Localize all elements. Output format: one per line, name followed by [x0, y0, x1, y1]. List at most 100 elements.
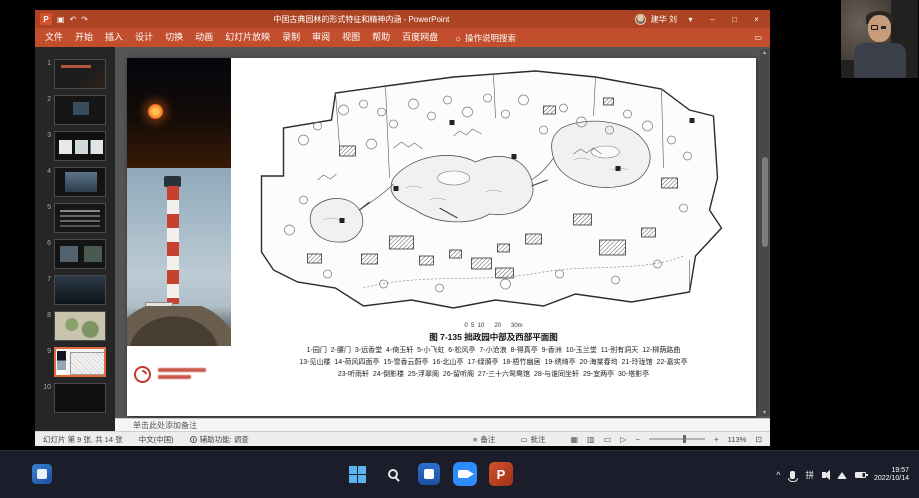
- taskbar-app-powerpoint[interactable]: P: [488, 461, 514, 487]
- tab-insert[interactable]: 插入: [99, 28, 129, 47]
- accessibility-checker[interactable]: 辅助功能: 调查: [190, 434, 249, 445]
- slide-sorter-view-button[interactable]: ▥: [587, 435, 595, 444]
- taskbar-app-window[interactable]: [416, 461, 442, 487]
- thumbnail-image[interactable]: [54, 239, 106, 269]
- tab-animations[interactable]: 动画: [189, 28, 219, 47]
- thumbnail-image[interactable]: [54, 383, 106, 413]
- save-icon[interactable]: ▣: [57, 15, 65, 24]
- close-button[interactable]: ×: [748, 15, 765, 24]
- slide-number: 6: [40, 239, 51, 247]
- slideshow-button[interactable]: ▷: [620, 435, 626, 444]
- lighthouse-tower: [167, 186, 179, 304]
- comments-icon[interactable]: ▭: [754, 33, 762, 42]
- figure-legend-line-1: 1-园门 2-腰门 3-远香堂 4-倚玉轩 5-小飞虹 6-松风亭 7-小沧浪 …: [307, 346, 681, 355]
- zoom-slider[interactable]: [649, 438, 705, 440]
- ribbon-tabs: 文件 开始 插入 设计 切换 动画 幻灯片放映 录制 审阅 视图 帮助 百度网盘…: [35, 28, 770, 47]
- garden-plan-drawing: [239, 60, 748, 322]
- taskbar-app-meeting[interactable]: [452, 461, 478, 487]
- slide-thumbnail-4[interactable]: 4: [40, 167, 115, 197]
- language-indicator[interactable]: 中文(中国): [139, 434, 174, 445]
- slide-photo-strip: [127, 58, 231, 416]
- thumbnail-image[interactable]: [54, 275, 106, 305]
- search-button[interactable]: [380, 461, 406, 487]
- slide-number: 2: [40, 95, 51, 103]
- zoom-slider-thumb[interactable]: [683, 435, 686, 443]
- hidden-icons-chevron[interactable]: ^: [776, 470, 780, 480]
- ime-indicator[interactable]: 拼: [805, 469, 814, 481]
- taskbar-corner-icon[interactable]: [32, 464, 52, 484]
- slide-thumbnail-2[interactable]: 2: [40, 95, 115, 125]
- webcam-overlay[interactable]: [841, 0, 918, 78]
- speaker-icon[interactable]: [822, 472, 826, 478]
- tell-me-search[interactable]: ☼ 操作说明搜索: [454, 32, 516, 44]
- powerpoint-logo-icon: P: [40, 13, 52, 25]
- notes-pane[interactable]: 单击此处添加备注: [115, 418, 770, 431]
- figure-legend-line-2: 13-见山楼 14-荷风四面亭 15-雪香云蔚亭 16-北山亭 17-绿漪亭 1…: [299, 358, 687, 367]
- slide-thumbnail-6[interactable]: 6: [40, 239, 115, 269]
- fit-to-window-button[interactable]: ⊡: [755, 435, 762, 444]
- powerpoint-app-icon: P: [489, 462, 513, 486]
- zoom-out-button[interactable]: −: [635, 435, 640, 444]
- comments-toggle-label: 批注: [530, 434, 545, 445]
- editing-column: 0 5 10 20 30m 图 7-135 拙政园中部及西部平面图 1-园门 2…: [115, 47, 770, 431]
- tab-home[interactable]: 开始: [69, 28, 99, 47]
- slide-thumbnail-3[interactable]: 3: [40, 131, 115, 161]
- tab-help[interactable]: 帮助: [366, 28, 396, 47]
- figure-caption: 图 7-135 拙政园中部及西部平面图: [429, 331, 557, 343]
- participant-glasses: [871, 25, 878, 30]
- slide-thumbnail-7[interactable]: 7: [40, 275, 115, 305]
- tab-file[interactable]: 文件: [39, 28, 69, 47]
- slide-canvas[interactable]: 0 5 10 20 30m 图 7-135 拙政园中部及西部平面图 1-园门 2…: [127, 58, 756, 416]
- microphone-icon[interactable]: [790, 471, 795, 479]
- user-avatar[interactable]: [635, 14, 646, 25]
- lighthouse-rocks: [127, 306, 231, 346]
- comments-toggle[interactable]: ▭ 批注: [520, 434, 545, 445]
- thumbnail-image[interactable]: [54, 311, 106, 341]
- window-body: 1 2 3 4 5 6 7 8 9 10: [35, 47, 770, 431]
- taskbar-system-tray: ^ 拼 19:57 2022/10/14: [776, 459, 909, 491]
- ribbon-display-options-icon[interactable]: ▾: [682, 15, 699, 24]
- scroll-up-icon[interactable]: ▴: [763, 49, 766, 56]
- reading-view-button[interactable]: ▭: [604, 435, 612, 444]
- slide-number: 9: [40, 347, 51, 355]
- thumbnail-image[interactable]: [54, 131, 106, 161]
- slide-thumbnail-8[interactable]: 8: [40, 311, 115, 341]
- maximize-button[interactable]: □: [726, 15, 743, 24]
- notes-toggle[interactable]: ≡ 备注: [473, 434, 495, 445]
- tab-review[interactable]: 审阅: [306, 28, 336, 47]
- slide-thumbnail-10[interactable]: 10: [40, 383, 115, 413]
- tab-view[interactable]: 视图: [336, 28, 366, 47]
- thumbnail-image[interactable]: [54, 347, 106, 377]
- app-window-icon: [418, 463, 440, 485]
- undo-icon[interactable]: ↶: [70, 15, 77, 24]
- notes-icon: ≡: [473, 435, 477, 444]
- slide-thumbnail-1[interactable]: 1: [40, 59, 115, 89]
- slide-thumbnail-5[interactable]: 5: [40, 203, 115, 233]
- lighthouse-photo: [127, 168, 231, 346]
- slide-thumbnail-9-selected[interactable]: 9: [40, 347, 115, 377]
- thumbnail-image[interactable]: [54, 95, 106, 125]
- tab-record[interactable]: 录制: [276, 28, 306, 47]
- battery-icon[interactable]: [855, 472, 866, 478]
- zoom-level[interactable]: 113%: [728, 435, 747, 444]
- scroll-down-icon[interactable]: ▾: [763, 409, 766, 416]
- zoom-in-button[interactable]: +: [714, 435, 719, 444]
- network-icon[interactable]: [837, 472, 847, 479]
- tab-transitions[interactable]: 切换: [159, 28, 189, 47]
- start-button[interactable]: [344, 461, 370, 487]
- clock-time: 19:57: [874, 467, 909, 476]
- accessibility-icon: [190, 436, 197, 443]
- tab-baidu-netdisk[interactable]: 百度网盘: [396, 28, 444, 47]
- normal-view-button[interactable]: ▦: [570, 435, 578, 444]
- slide-number: 3: [40, 131, 51, 139]
- taskbar-clock[interactable]: 19:57 2022/10/14: [874, 467, 909, 484]
- thumbnail-image[interactable]: [54, 59, 106, 89]
- scrollbar-thumb[interactable]: [762, 157, 768, 247]
- thumbnail-image[interactable]: [54, 167, 106, 197]
- tab-slideshow[interactable]: 幻灯片放映: [219, 28, 276, 47]
- tab-design[interactable]: 设计: [129, 28, 159, 47]
- taskbar: P ^ 拼 19:57 2022/10/14: [0, 450, 919, 498]
- thumbnail-image[interactable]: [54, 203, 106, 233]
- minimize-button[interactable]: –: [704, 15, 721, 24]
- redo-icon[interactable]: ↷: [81, 15, 88, 24]
